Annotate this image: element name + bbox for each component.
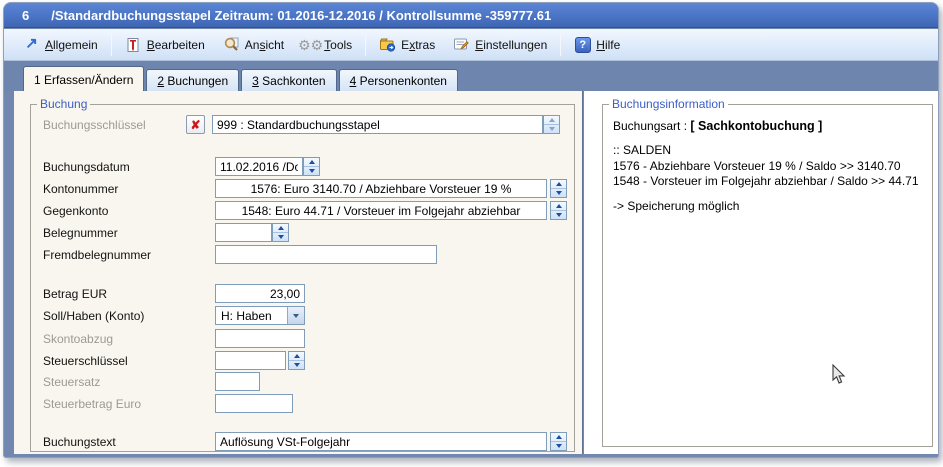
- buchungsinformation-group-label: Buchungsinformation: [609, 97, 728, 111]
- kontonummer-spinner[interactable]: [550, 179, 567, 198]
- menu-einstellungen[interactable]: Einstellungen: [444, 32, 556, 57]
- edit-document-icon: [125, 36, 142, 53]
- diagonal-arrow-icon: ↗: [23, 35, 40, 52]
- label-belegnummer: Belegnummer: [43, 226, 215, 240]
- gears-icon: ⚙⚙: [302, 36, 319, 53]
- soll-haben-dropdown[interactable]: H: Haben: [215, 306, 305, 325]
- label-buchungstext: Buchungstext: [43, 435, 215, 449]
- buchungstext-input[interactable]: [215, 432, 547, 451]
- salden-line: 1548 - Vorsteuer im Folgejahr abziehbar …: [613, 174, 919, 190]
- folder-icon: [379, 36, 396, 53]
- chevron-down-icon[interactable]: [287, 307, 304, 324]
- status-line: -> Speicherung möglich: [613, 199, 739, 213]
- menu-tools[interactable]: ⚙⚙ Tools: [293, 32, 361, 57]
- gegenkonto-spinner[interactable]: [550, 201, 567, 220]
- booking-info-pane: Buchungsinformation Buchungsart : [ Sach…: [584, 91, 939, 454]
- toolbar-separator: [365, 34, 366, 56]
- booking-window: 6 /Standardbuchungsstapel Zeitraum: 01.2…: [3, 2, 939, 458]
- title-bar: 6 /Standardbuchungsstapel Zeitraum: 01.2…: [4, 3, 938, 28]
- help-icon: ?: [574, 36, 591, 53]
- label-buchungsschluessel: Buchungsschlüssel: [43, 118, 186, 132]
- buchungsschluessel-spinner[interactable]: [543, 115, 560, 134]
- steuerschluessel-input[interactable]: [215, 351, 286, 370]
- tab-personenkonten[interactable]: 4 Personenkonten: [339, 69, 458, 91]
- kontonummer-input[interactable]: [215, 179, 547, 198]
- tab-sachkonten[interactable]: 3 Sachkonten: [241, 69, 336, 91]
- steuerschluessel-spinner[interactable]: [288, 351, 305, 370]
- soll-haben-value: H: Haben: [216, 309, 287, 323]
- menu-extras[interactable]: Extras: [370, 32, 444, 57]
- label-soll-haben: Soll/Haben (Konto): [43, 309, 215, 323]
- label-kontonummer: Kontonummer: [43, 182, 215, 196]
- label-steuersatz: Steuersatz: [43, 375, 215, 389]
- window-title: /Standardbuchungsstapel Zeitraum: 01.201…: [51, 8, 551, 23]
- menu-allgemein[interactable]: ↗ Allgemein: [14, 32, 107, 57]
- belegnummer-spinner[interactable]: [272, 223, 289, 242]
- label-fremdbelegnummer: Fremdbelegnummer: [43, 248, 215, 262]
- betrag-input[interactable]: [215, 284, 305, 303]
- toolbar-separator: [111, 34, 112, 56]
- buchung-group-label: Buchung: [37, 97, 90, 111]
- buchungsart-line: Buchungsart : [ Sachkontobuchung ]: [613, 119, 822, 133]
- menu-ansicht[interactable]: Ansicht: [214, 32, 293, 57]
- buchungstext-spinner[interactable]: [550, 432, 567, 451]
- delete-x-button[interactable]: ✘: [186, 115, 205, 134]
- window-number: 6: [22, 8, 29, 23]
- booking-form-pane: Buchung Buchungsschlüssel ✘ Buchungsdatu…: [14, 91, 583, 454]
- gegenkonto-input[interactable]: [215, 201, 547, 220]
- tab-buchungen[interactable]: 2 Buchungen: [146, 69, 239, 91]
- toolbar-separator: [560, 34, 561, 56]
- steuersatz-input[interactable]: [215, 372, 260, 391]
- label-steuerbetrag: Steuerbetrag Euro: [43, 397, 215, 411]
- belegnummer-input[interactable]: [215, 223, 272, 242]
- label-buchungsdatum: Buchungsdatum: [43, 160, 215, 174]
- label-gegenkonto: Gegenkonto: [43, 204, 215, 218]
- buchungsschluessel-input[interactable]: [212, 115, 543, 134]
- steuerbetrag-input[interactable]: [215, 394, 293, 413]
- salden-block: :: SALDEN 1576 - Abziehbare Vorsteuer 19…: [613, 143, 919, 190]
- label-betrag: Betrag EUR: [43, 287, 215, 301]
- fremdbelegnummer-input[interactable]: [215, 245, 437, 264]
- buchungsart-value: [ Sachkontobuchung ]: [690, 119, 822, 133]
- label-skontoabzug: Skontoabzug: [43, 332, 215, 346]
- menu-toolbar: ↗ Allgemein Bearbeiten Ansicht ⚙⚙ Tools: [4, 29, 938, 61]
- tab-strip: 1 Erfassen/Ändern 2 Buchungen 3 Sachkont…: [4, 61, 938, 91]
- menu-bearbeiten[interactable]: Bearbeiten: [116, 32, 214, 57]
- menu-hilfe[interactable]: ? Hilfe: [565, 32, 629, 57]
- tab-erfassen-aendern[interactable]: 1 Erfassen/Ändern: [23, 66, 144, 91]
- magnifier-icon: [223, 36, 240, 53]
- buchungsdatum-spinner[interactable]: [303, 157, 320, 176]
- mouse-cursor: [832, 364, 846, 390]
- settings-icon: [453, 36, 470, 53]
- screen: 6 /Standardbuchungsstapel Zeitraum: 01.2…: [0, 0, 943, 467]
- salden-line: 1576 - Abziehbare Vorsteuer 19 % / Saldo…: [613, 159, 919, 175]
- buchungsdatum-input[interactable]: [215, 157, 303, 176]
- skontoabzug-input[interactable]: [215, 329, 305, 348]
- salden-header: :: SALDEN: [613, 143, 919, 159]
- label-steuerschluessel: Steuerschlüssel: [43, 354, 215, 368]
